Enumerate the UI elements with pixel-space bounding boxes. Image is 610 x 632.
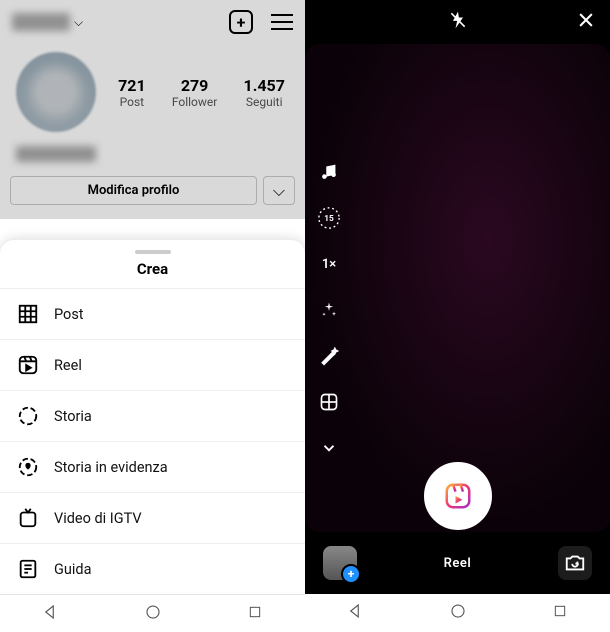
sheet-item-guide[interactable]: Guida — [0, 543, 305, 594]
plus-icon: + — [237, 13, 246, 32]
story-icon — [16, 404, 40, 428]
reel-capture-icon — [436, 474, 480, 518]
sheet-item-label: Reel — [54, 357, 82, 374]
camera-top-bar — [305, 0, 610, 44]
sheet-item-label: Storia in evidenza — [54, 459, 168, 476]
username-switcher[interactable]: ⌵ — [12, 13, 83, 31]
sheet-item-highlight[interactable]: Storia in evidenza — [0, 441, 305, 492]
svg-text:15: 15 — [324, 214, 334, 224]
profile-info-row: 721 Post 279 Follower 1.457 Seguiti — [0, 44, 305, 142]
reel-icon — [16, 353, 40, 377]
nav-recents-button[interactable] — [552, 603, 568, 623]
gallery-button[interactable] — [323, 546, 357, 580]
nav-recents-button[interactable] — [247, 604, 263, 624]
sheet-item-reel[interactable]: Reel — [0, 339, 305, 390]
switch-camera-button[interactable] — [558, 546, 592, 580]
system-nav-bar — [305, 594, 610, 632]
timer-button[interactable]: 15 — [317, 206, 341, 230]
flash-off-icon[interactable] — [448, 10, 468, 34]
sheet-item-label: Video di IGTV — [54, 510, 142, 527]
username-text — [12, 13, 70, 31]
posts-count: 721 — [118, 76, 146, 95]
followers-label: Follower — [172, 95, 217, 109]
sheet-item-story[interactable]: Storia — [0, 390, 305, 441]
posts-stat[interactable]: 721 Post — [118, 76, 146, 109]
profile-header: ⌵ + — [0, 0, 305, 44]
nav-home-button[interactable] — [144, 603, 162, 625]
speed-button[interactable]: 1× — [317, 252, 341, 276]
grid-icon — [16, 302, 40, 326]
guide-icon — [16, 557, 40, 581]
system-nav-bar — [0, 594, 305, 632]
avatar[interactable] — [16, 52, 96, 132]
more-tools-button[interactable] — [317, 436, 341, 460]
audio-button[interactable] — [317, 160, 341, 184]
nav-home-button[interactable] — [449, 602, 467, 624]
sheet-item-label: Storia — [54, 408, 92, 425]
posts-label: Post — [118, 95, 146, 109]
touch-up-button[interactable] — [317, 344, 341, 368]
close-button[interactable] — [576, 10, 596, 36]
chevron-down-icon: ⌵ — [273, 181, 285, 201]
sheet-item-post[interactable]: Post — [0, 288, 305, 339]
following-label: Seguiti — [244, 95, 285, 109]
edit-profile-button[interactable]: Modifica profilo — [10, 176, 257, 205]
camera-bottom-bar: Reel — [305, 532, 610, 594]
following-count: 1.457 — [244, 76, 285, 95]
capture-button[interactable] — [424, 462, 492, 530]
menu-button[interactable] — [271, 14, 293, 30]
reel-tool-rail: 15 1× — [317, 160, 341, 460]
sheet-item-label: Post — [54, 306, 84, 323]
sheet-title: Crea — [0, 260, 305, 288]
create-button[interactable]: + — [229, 10, 253, 34]
followers-stat[interactable]: 279 Follower — [172, 76, 217, 109]
create-bottom-sheet: Crea Post Reel Storia Storia in evidenza — [0, 240, 305, 594]
highlight-icon — [16, 455, 40, 479]
suggested-users-button[interactable]: ⌵ — [263, 176, 295, 205]
effects-button[interactable] — [317, 298, 341, 322]
following-stat[interactable]: 1.457 Seguiti — [244, 76, 285, 109]
sheet-item-label: Guida — [54, 561, 91, 578]
chevron-down-icon: ⌵ — [74, 15, 83, 30]
layout-button[interactable] — [317, 390, 341, 414]
display-name — [16, 146, 96, 162]
nav-back-button[interactable] — [347, 602, 365, 624]
nav-back-button[interactable] — [42, 603, 60, 625]
sheet-item-igtv[interactable]: Video di IGTV — [0, 492, 305, 543]
followers-count: 279 — [172, 76, 217, 95]
camera-mode-label[interactable]: Reel — [444, 556, 472, 571]
sheet-grabber[interactable] — [135, 250, 171, 254]
igtv-icon — [16, 506, 40, 530]
camera-viewport — [305, 44, 610, 532]
